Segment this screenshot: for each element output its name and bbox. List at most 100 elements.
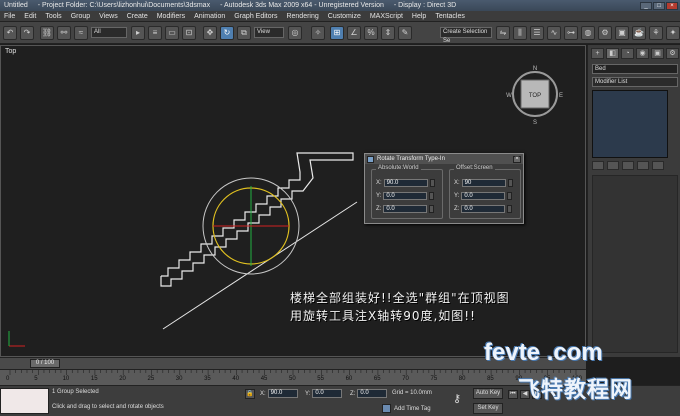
- reference-coord-dropdown[interactable]: View: [254, 27, 284, 38]
- menu-edit[interactable]: Edit: [24, 13, 36, 20]
- close-button[interactable]: ×: [666, 1, 678, 10]
- track-tick-label: 5: [34, 376, 38, 382]
- move-tool-icon[interactable]: ✥: [203, 26, 217, 40]
- modifier-list-dropdown[interactable]: Modifier List: [592, 77, 678, 87]
- staircase-outline[interactable]: [160, 152, 354, 287]
- menu-help[interactable]: Help: [412, 13, 426, 20]
- render-iterative-icon[interactable]: ⚘: [649, 26, 663, 40]
- go-to-start-icon[interactable]: ⏮: [508, 390, 518, 399]
- offset-y-spinner[interactable]: [507, 191, 513, 200]
- manipulate-icon[interactable]: ✧: [311, 26, 325, 40]
- hierarchy-tab-icon[interactable]: ◔: [621, 48, 634, 59]
- unlink-icon[interactable]: ⚯: [57, 26, 71, 40]
- pivot-center-icon[interactable]: ◎: [288, 26, 302, 40]
- configure-sets-icon[interactable]: [652, 161, 664, 170]
- absolute-y-input[interactable]: 0.0: [383, 191, 428, 200]
- coord-y-label: Y:: [305, 390, 311, 397]
- make-unique-icon[interactable]: [622, 161, 634, 170]
- utilities-tab-icon[interactable]: ⚙: [666, 48, 679, 59]
- watermark-name: 飞特教程网: [518, 378, 634, 403]
- curve-editor-icon[interactable]: ∿: [547, 26, 561, 40]
- key-icon[interactable]: ⚷: [453, 392, 461, 405]
- menu-tools[interactable]: Tools: [45, 13, 61, 20]
- viewcube-top-label: TOP: [529, 93, 541, 99]
- menu-maxscript[interactable]: MAXScript: [370, 13, 403, 20]
- selection-lock-icon[interactable]: 🔒: [245, 389, 255, 399]
- render-setup-icon[interactable]: ⚙: [598, 26, 612, 40]
- select-object-icon[interactable]: ▸: [131, 26, 145, 40]
- time-slider-thumb[interactable]: 0 / 100: [30, 359, 60, 368]
- align-icon[interactable]: ⫼: [513, 26, 527, 40]
- modifier-stack[interactable]: [592, 90, 668, 158]
- menu-views[interactable]: Views: [99, 13, 118, 20]
- rendered-frame-icon[interactable]: ▣: [615, 26, 629, 40]
- redo-icon[interactable]: ↷: [20, 26, 34, 40]
- selection-filter-dropdown[interactable]: All: [91, 27, 127, 38]
- absolute-z-input[interactable]: 0.0: [383, 204, 428, 213]
- offset-y-label: Y:: [454, 192, 460, 199]
- menu-tentacles[interactable]: Tentacles: [435, 13, 465, 20]
- menu-animation[interactable]: Animation: [194, 13, 225, 20]
- coord-y-input[interactable]: 0.0: [312, 389, 343, 398]
- coord-x-input[interactable]: 90.0: [267, 389, 298, 398]
- absolute-x-input[interactable]: 90.0: [383, 178, 428, 187]
- create-tab-icon[interactable]: +: [591, 48, 604, 59]
- track-bar[interactable]: 0 5 10 15 20 25 30 35 40 45 50 55 60 65 70 75 80 85 90 95 10…: [0, 369, 586, 385]
- menu-graph-editors[interactable]: Graph Editors: [234, 13, 277, 20]
- maxscript-listener[interactable]: [0, 388, 49, 414]
- offset-z-spinner[interactable]: [507, 204, 513, 213]
- menu-group[interactable]: Group: [71, 13, 90, 20]
- offset-y-input[interactable]: 0.0: [461, 191, 506, 200]
- set-key-button[interactable]: Set Key: [473, 403, 503, 414]
- undo-icon[interactable]: ↶: [3, 26, 17, 40]
- display-tab-icon[interactable]: ▣: [651, 48, 664, 59]
- menu-modifiers[interactable]: Modifiers: [157, 13, 185, 20]
- add-time-tag[interactable]: Add Time Tag: [382, 404, 431, 413]
- snap-toggle-icon[interactable]: ⊞: [330, 26, 344, 40]
- rotate-tool-icon[interactable]: ↻: [220, 26, 234, 40]
- stack-buttons: [592, 161, 664, 170]
- dialog-close-button[interactable]: ×: [513, 155, 521, 163]
- rect-selection-icon[interactable]: ▭: [165, 26, 179, 40]
- absolute-z-spinner[interactable]: [429, 204, 435, 213]
- scale-tool-icon[interactable]: ⧉: [237, 26, 251, 40]
- link-icon[interactable]: ⛓: [40, 26, 54, 40]
- render-production-icon[interactable]: ☕: [632, 26, 646, 40]
- window-title-display: - Display : Direct 3D: [393, 2, 457, 9]
- material-editor-icon[interactable]: ◍: [581, 26, 595, 40]
- layer-manager-icon[interactable]: ☰: [530, 26, 544, 40]
- minimize-button[interactable]: _: [640, 1, 652, 10]
- motion-tab-icon[interactable]: ◉: [636, 48, 649, 59]
- schematic-view-icon[interactable]: ⊶: [564, 26, 578, 40]
- dialog-title-bar[interactable]: Rotate Transform Type-In ×: [365, 154, 523, 164]
- select-by-name-icon[interactable]: ≡: [148, 26, 162, 40]
- menu-create[interactable]: Create: [127, 13, 148, 20]
- window-crossing-icon[interactable]: ⊡: [182, 26, 196, 40]
- object-name-field[interactable]: Bed: [592, 64, 678, 74]
- environment-icon[interactable]: ✦: [666, 26, 680, 40]
- remove-modifier-icon[interactable]: [637, 161, 649, 170]
- absolute-y-spinner[interactable]: [429, 191, 435, 200]
- menu-file[interactable]: File: [4, 13, 15, 20]
- edit-named-selection-icon[interactable]: ✎: [398, 26, 412, 40]
- auto-key-button[interactable]: Auto Key: [473, 388, 503, 399]
- spinner-snap-icon[interactable]: ⇕: [381, 26, 395, 40]
- mirror-icon[interactable]: ⇋: [496, 26, 510, 40]
- track-tick-label: 15: [90, 376, 98, 382]
- modify-tab-icon[interactable]: ◧: [606, 48, 619, 59]
- offset-z-input[interactable]: 0.0: [461, 204, 506, 213]
- menu-customize[interactable]: Customize: [328, 13, 361, 20]
- offset-x-spinner[interactable]: [507, 178, 513, 187]
- maximize-button[interactable]: □: [653, 1, 665, 10]
- offset-x-input[interactable]: 90: [461, 178, 506, 187]
- named-selection-dropdown[interactable]: Create Selection Se: [440, 27, 492, 44]
- show-end-result-icon[interactable]: [607, 161, 619, 170]
- absolute-x-spinner[interactable]: [429, 178, 435, 187]
- menu-rendering[interactable]: Rendering: [286, 13, 318, 20]
- dialog-title: Rotate Transform Type-In: [377, 156, 445, 162]
- angle-snap-icon[interactable]: ∠: [347, 26, 361, 40]
- bind-space-warp-icon[interactable]: ≈: [74, 26, 88, 40]
- pin-stack-icon[interactable]: [592, 161, 604, 170]
- percent-snap-icon[interactable]: %: [364, 26, 378, 40]
- coord-z-input[interactable]: 0.0: [357, 389, 388, 398]
